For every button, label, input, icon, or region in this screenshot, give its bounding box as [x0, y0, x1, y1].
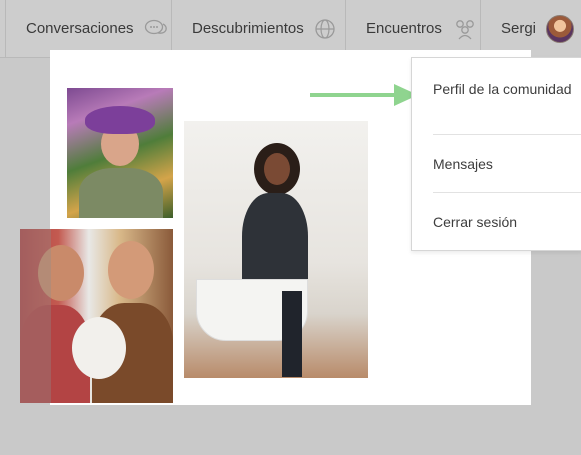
group-icon	[452, 18, 478, 40]
pointer-arrow-icon	[310, 84, 418, 106]
globe-icon	[314, 18, 336, 40]
nav-conversaciones-label: Conversaciones	[26, 20, 134, 37]
photo-woman-in-bathroom	[184, 121, 368, 378]
menu-item-logout[interactable]: Cerrar sesión	[433, 213, 573, 231]
nav-user-menu[interactable]: Sergi	[481, 0, 581, 57]
nav-descubrimientos[interactable]: Descubrimientos	[172, 0, 346, 57]
user-avatar[interactable]	[546, 14, 575, 43]
user-name: Sergi	[501, 20, 537, 37]
photo-two-men-with-dog	[20, 229, 173, 403]
menu-divider	[433, 134, 581, 135]
menu-item-profile[interactable]: Perfil de la comunidad	[433, 80, 573, 98]
menu-item-messages[interactable]: Mensajes	[433, 155, 573, 173]
menu-divider	[433, 192, 581, 193]
nav-descubrimientos-label: Descubrimientos	[192, 20, 304, 37]
nav-encuentros-label: Encuentros	[366, 20, 442, 37]
photo-woman-with-hat	[67, 88, 173, 218]
nav-encuentros[interactable]: Encuentros	[346, 0, 481, 57]
user-dropdown-menu: Perfil de la comunidad Mensajes Cerrar s…	[411, 57, 581, 251]
chat-bubbles-icon	[144, 18, 168, 40]
nav-conversaciones[interactable]: Conversaciones	[5, 0, 172, 57]
